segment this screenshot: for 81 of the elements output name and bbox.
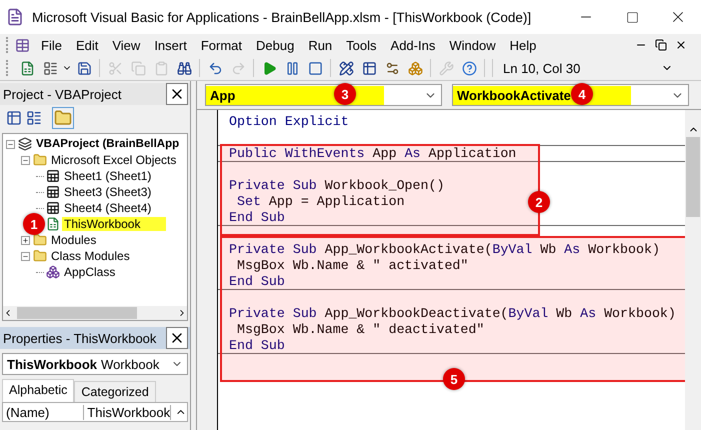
object-select[interactable]: ThisWorkbook Workbook xyxy=(2,353,188,375)
collapse-icon[interactable] xyxy=(6,140,15,148)
menu-item[interactable]: Window xyxy=(442,38,503,52)
cursor-position: Ln 10, Col 30 xyxy=(503,60,582,76)
scrollbar-thumb[interactable] xyxy=(686,137,700,217)
menu-item[interactable]: File xyxy=(34,38,69,52)
toggle-folders-icon[interactable] xyxy=(52,107,74,129)
folder-icon xyxy=(33,153,47,167)
tab[interactable]: Categorized xyxy=(74,381,156,402)
collapse-icon[interactable] xyxy=(21,252,30,260)
undo-icon[interactable] xyxy=(208,60,222,76)
collapse-icon[interactable] xyxy=(21,156,30,164)
properties-icon[interactable] xyxy=(384,60,400,76)
folder-icon xyxy=(33,249,47,263)
code-line: End Sub xyxy=(229,210,285,225)
code-line: Public WithEvents App As Application xyxy=(229,146,516,161)
window-title: Microsoft Visual Basic for Applications - BrainBellApp.xlsm - [ThisWorkbook (Code)] xyxy=(32,10,532,24)
property-value[interactable]: ThisWorkbook xyxy=(84,404,172,420)
menu-item[interactable]: View xyxy=(105,38,148,52)
tree-item[interactable]: Sheet3 (Sheet3) xyxy=(62,185,154,199)
tree-item[interactable]: Sheet1 (Sheet1) xyxy=(62,169,154,183)
tab[interactable]: Alphabetic xyxy=(2,379,74,402)
code-line: Private Sub Workbook_Open() xyxy=(229,178,444,193)
code-line: End Sub xyxy=(229,274,285,289)
save-icon[interactable] xyxy=(76,60,92,76)
close-icon[interactable] xyxy=(675,39,687,51)
code-line: MsgBox Wb.Name & " activated" xyxy=(236,258,468,273)
tree-item[interactable]: Microsoft Excel Objects xyxy=(49,153,178,167)
binoculars-icon[interactable] xyxy=(176,60,192,76)
sheet-icon xyxy=(46,201,60,215)
menu-item[interactable]: Add-Ins xyxy=(384,38,442,52)
code-line: Set App = Application xyxy=(236,194,405,209)
stop-icon[interactable] xyxy=(308,60,322,76)
code-line: Private Sub App_WorkbookActivate(ByVal Wb As Workbook) xyxy=(229,242,660,257)
menu-item[interactable]: Format xyxy=(194,38,249,52)
object-select[interactable]: App 3 xyxy=(205,84,442,106)
workbook-icon xyxy=(46,217,60,231)
code-line: Option Explicit xyxy=(229,114,349,129)
pause-icon[interactable] xyxy=(284,60,300,76)
ruler-icon[interactable] xyxy=(338,60,354,76)
pane-title: Properties - ThisWorkbook xyxy=(3,330,156,346)
pane-title: Project - VBAProject xyxy=(3,86,122,102)
tree-item[interactable]: AppClass xyxy=(62,265,118,279)
app-icon xyxy=(6,8,24,26)
boxes-icon[interactable] xyxy=(408,60,422,76)
code-line: End Sub xyxy=(229,338,285,353)
menu-item[interactable]: Help xyxy=(502,38,544,52)
folder-icon xyxy=(33,233,47,247)
procedure-select[interactable]: WorkbookActivate 4 xyxy=(452,84,689,106)
menu-item[interactable]: Insert xyxy=(147,38,194,52)
sheet-icon xyxy=(46,169,60,183)
object-type: Workbook xyxy=(101,356,160,372)
code-line: Private Sub App_WorkbookDeactivate(ByVal Wb As Workbook) xyxy=(229,306,676,321)
sheet-icon xyxy=(46,185,60,199)
property-name: (Name) xyxy=(3,404,84,420)
help-icon[interactable] xyxy=(462,60,476,76)
menu-item[interactable]: Debug xyxy=(249,38,302,52)
callout-marker: 2 xyxy=(528,191,550,213)
tree-item[interactable]: ThisWorkbook xyxy=(62,217,166,231)
maximize-icon[interactable] xyxy=(626,10,638,24)
menu-item[interactable]: Tools xyxy=(339,38,384,52)
horizontal-scrollbar[interactable] xyxy=(3,306,187,320)
tree-item[interactable]: Class Modules xyxy=(49,249,132,263)
excel-icon[interactable] xyxy=(20,60,34,76)
restore-icon[interactable] xyxy=(655,39,667,51)
code-line: MsgBox Wb.Name & " deactivated" xyxy=(236,322,484,337)
object-name: ThisWorkbook xyxy=(7,356,98,372)
menu-item[interactable]: Run xyxy=(301,38,340,52)
view-object-icon[interactable] xyxy=(26,110,42,126)
tree-item[interactable]: Sheet4 (Sheet4) xyxy=(62,201,154,215)
code-editor[interactable] xyxy=(218,110,685,430)
callout-marker: 1 xyxy=(23,213,45,235)
menu-item[interactable]: Edit xyxy=(68,38,106,52)
expand-icon[interactable] xyxy=(21,236,30,244)
form-icon[interactable] xyxy=(42,60,58,76)
tree-item[interactable]: Modules xyxy=(49,233,98,247)
tree-item[interactable]: VBAProject (BrainBellApp xyxy=(34,138,182,150)
view-code-icon[interactable] xyxy=(6,110,22,126)
class-icon xyxy=(46,265,60,279)
callout-marker: 5 xyxy=(443,368,465,390)
play-icon[interactable] xyxy=(262,60,276,76)
